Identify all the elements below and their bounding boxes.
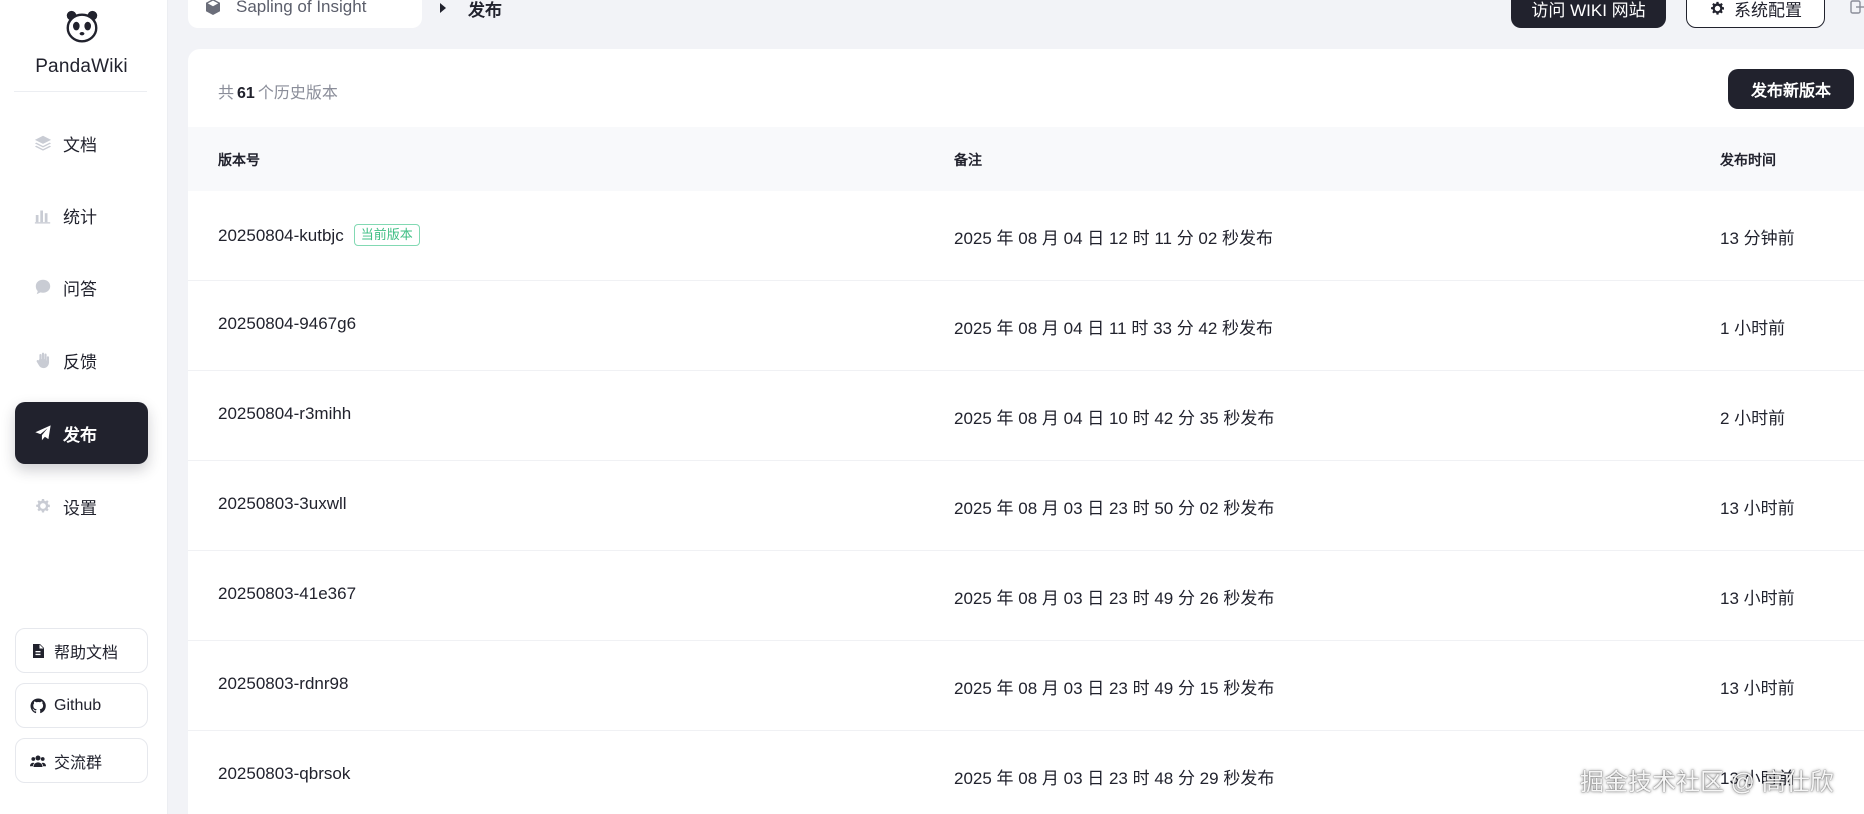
table-row[interactable]: 20250803-rdnr98 2025 年 08 月 03 日 23 时 49… bbox=[188, 641, 1864, 731]
community-group-button[interactable]: 交流群 bbox=[15, 738, 148, 783]
system-config-button[interactable]: 系统配置 bbox=[1686, 0, 1825, 28]
table-row[interactable]: 20250804-9467g6 2025 年 08 月 04 日 11 时 33… bbox=[188, 281, 1864, 371]
column-header-note: 备注 bbox=[954, 152, 982, 168]
note-cell: 2025 年 08 月 04 日 12 时 11 分 02 秒发布 bbox=[954, 229, 1274, 248]
cube-icon bbox=[206, 0, 220, 15]
current-version-badge: 当前版本 bbox=[353, 224, 420, 246]
divider bbox=[14, 91, 147, 92]
note-cell: 2025 年 08 月 04 日 10 时 42 分 35 秒发布 bbox=[954, 409, 1275, 428]
help-docs-button[interactable]: 帮助文档 bbox=[15, 628, 148, 673]
community-group-label: 交流群 bbox=[54, 754, 103, 772]
count-prefix: 共 bbox=[218, 85, 235, 102]
sidebar-item-feedback[interactable]: 反馈 bbox=[15, 329, 148, 391]
publish-new-version-button[interactable]: 发布新版本 bbox=[1728, 69, 1854, 109]
chat-bubble-icon bbox=[33, 277, 53, 297]
table-header: 版本号 备注 发布时间 bbox=[188, 127, 1864, 191]
sidebar-item-settings[interactable]: 设置 bbox=[15, 475, 148, 537]
time-cell: 2 小时前 bbox=[1720, 409, 1786, 428]
watermark: 掘金技术社区 @ 高仕欣 bbox=[1580, 769, 1834, 796]
knowledge-base-name: Sapling of Insight bbox=[236, 0, 367, 16]
note-cell: 2025 年 08 月 04 日 11 时 33 分 42 秒发布 bbox=[954, 319, 1274, 338]
gear-icon bbox=[1711, 1, 1724, 15]
bar-chart-icon bbox=[33, 205, 53, 225]
version-count: 共 61 个历史版本 bbox=[218, 79, 338, 103]
version-cell: 20250803-41e367 bbox=[218, 584, 357, 603]
brand[interactable]: PandaWiki bbox=[0, 8, 163, 78]
time-cell: 13 分钟前 bbox=[1720, 229, 1795, 248]
sidebar: PandaWiki 文档 统计 问答 反馈 发布 设置 帮助文档 Github … bbox=[0, 0, 168, 814]
gear-icon bbox=[33, 496, 53, 516]
note-cell: 2025 年 08 月 03 日 23 时 49 分 15 秒发布 bbox=[954, 679, 1275, 698]
logout-icon[interactable] bbox=[1850, 0, 1864, 16]
sidebar-item-label: 反馈 bbox=[63, 352, 97, 372]
brand-name: PandaWiki bbox=[35, 56, 128, 77]
sidebar-item-label: 问答 bbox=[63, 279, 97, 299]
layers-icon bbox=[33, 133, 53, 153]
sidebar-item-publish[interactable]: 发布 bbox=[15, 402, 148, 464]
sidebar-item-label: 设置 bbox=[63, 498, 97, 518]
version-cell: 20250803-3uxwll bbox=[218, 494, 347, 513]
group-icon bbox=[30, 755, 46, 767]
version-cell: 20250803-rdnr98 bbox=[218, 674, 349, 693]
sidebar-item-label: 统计 bbox=[63, 207, 97, 227]
sidebar-item-docs[interactable]: 文档 bbox=[15, 112, 148, 174]
visit-wiki-button[interactable]: 访问 WIKI 网站 bbox=[1511, 0, 1666, 28]
note-cell: 2025 年 08 月 03 日 23 时 49 分 26 秒发布 bbox=[954, 589, 1275, 608]
breadcrumb-arrow-icon bbox=[440, 3, 446, 13]
breadcrumb-current: 发布 bbox=[468, 1, 502, 20]
version-cell: 20250804-kutbjc 当前版本 bbox=[218, 224, 420, 246]
knowledge-base-selector[interactable]: Sapling of Insight bbox=[188, 0, 422, 28]
version-cell: 20250804-9467g6 bbox=[218, 314, 357, 333]
table-row[interactable]: 20250803-3uxwll 2025 年 08 月 03 日 23 时 50… bbox=[188, 461, 1864, 551]
table-row[interactable]: 20250804-kutbjc 当前版本 2025 年 08 月 04 日 12 … bbox=[188, 191, 1864, 281]
sidebar-item-label: 文档 bbox=[63, 135, 97, 155]
github-icon bbox=[30, 697, 46, 713]
github-button[interactable]: Github bbox=[15, 683, 148, 728]
sidebar-item-stats[interactable]: 统计 bbox=[15, 184, 148, 246]
system-config-label: 系统配置 bbox=[1734, 0, 1802, 20]
note-cell: 2025 年 08 月 03 日 23 时 50 分 02 秒发布 bbox=[954, 499, 1275, 518]
sidebar-item-qa[interactable]: 问答 bbox=[15, 256, 148, 318]
table-row[interactable]: 20250804-r3mihh 2025 年 08 月 04 日 10 时 42… bbox=[188, 371, 1864, 461]
version-cell: 20250803-qbrsok bbox=[218, 764, 351, 783]
column-header-time: 发布时间 bbox=[1720, 152, 1776, 168]
time-cell: 1 小时前 bbox=[1720, 319, 1786, 338]
help-docs-label: 帮助文档 bbox=[54, 644, 119, 662]
hand-icon bbox=[33, 350, 53, 370]
column-header-version: 版本号 bbox=[218, 152, 260, 168]
sidebar-item-label: 发布 bbox=[63, 425, 97, 445]
document-icon bbox=[33, 643, 44, 658]
time-cell: 13 小时前 bbox=[1720, 679, 1795, 698]
version-cell: 20250804-r3mihh bbox=[218, 404, 352, 423]
time-cell: 13 小时前 bbox=[1720, 589, 1795, 608]
count-value: 61 bbox=[237, 85, 255, 102]
panda-icon bbox=[66, 10, 97, 43]
github-label: Github bbox=[54, 696, 102, 714]
table-row[interactable]: 20250803-41e367 2025 年 08 月 03 日 23 时 49… bbox=[188, 551, 1864, 641]
send-icon bbox=[33, 423, 53, 443]
release-history-card: 共 61 个历史版本 发布新版本 版本号 备注 发布时间 20250804-kutb… bbox=[188, 49, 1864, 814]
version-id: 20250804-kutbjc bbox=[218, 226, 344, 245]
time-cell: 13 小时前 bbox=[1720, 499, 1795, 518]
count-suffix: 个历史版本 bbox=[257, 85, 338, 102]
note-cell: 2025 年 08 月 03 日 23 时 48 分 29 秒发布 bbox=[954, 769, 1275, 788]
